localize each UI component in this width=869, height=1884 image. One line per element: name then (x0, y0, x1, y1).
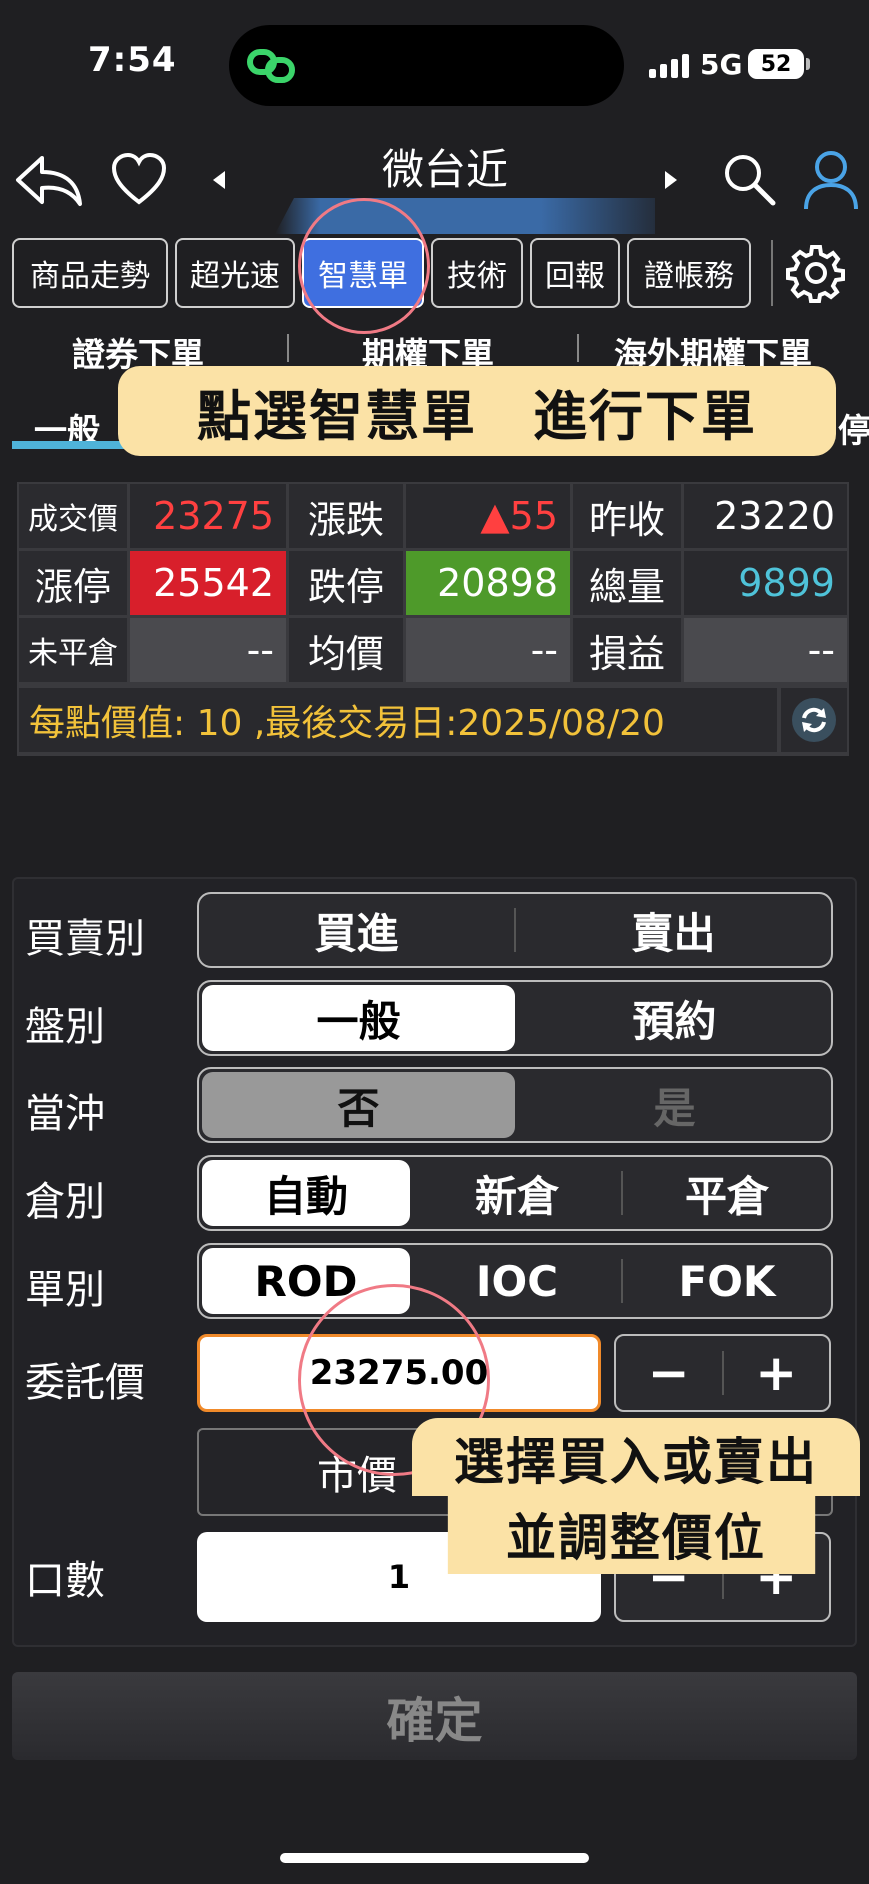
order-type-fok-option[interactable]: FOK (623, 1245, 831, 1317)
prev-close-value: 23220 (684, 484, 847, 548)
confirm-button[interactable]: 確定 (12, 1672, 857, 1760)
position-label: 倉別 (25, 1179, 105, 1225)
session-reserve-option[interactable]: 預約 (518, 982, 831, 1054)
battery-icon: 52 (748, 49, 804, 79)
last-price-value: 23275 (130, 484, 286, 548)
order-type-label: 單別 (25, 1267, 105, 1313)
last-price-label: 成交價 (19, 484, 127, 548)
battery-tip (806, 58, 810, 70)
sell-option[interactable]: 賣出 (516, 894, 831, 966)
favorite-heart-icon[interactable] (110, 152, 168, 208)
session-label: 盤別 (25, 1004, 105, 1050)
next-product-icon[interactable] (660, 166, 682, 194)
avg-price-label: 均價 (289, 618, 403, 682)
limit-up-value: 25542 (130, 551, 286, 615)
subtab-active-indicator (12, 441, 132, 449)
refresh-icon[interactable] (781, 688, 847, 752)
change-label: 漲跌 (289, 484, 403, 548)
tab-account[interactable]: 證帳務 (627, 238, 751, 308)
home-indicator[interactable] (280, 1853, 589, 1863)
annotation-banner-bottom-line2: 並調整價位 (506, 1509, 766, 1567)
daytrade-yes-option[interactable]: 是 (518, 1069, 831, 1141)
tab-divider (771, 240, 773, 306)
pnl-label: 損益 (573, 618, 681, 682)
open-interest-value: -- (130, 618, 286, 682)
daytrade-no-option[interactable]: 否 (202, 1072, 515, 1138)
contract-info: 每點價值: 10 ,最後交易日:2025/08/20 (19, 688, 777, 752)
position-new-option[interactable]: 新倉 (413, 1157, 621, 1229)
buy-option[interactable]: 買進 (199, 894, 514, 966)
price-decrease-button[interactable]: − (616, 1344, 722, 1402)
quantity-label: 口數 (25, 1558, 105, 1604)
order-type-selector: ROD IOC FOK (197, 1243, 833, 1319)
product-title[interactable]: 微台近 (370, 136, 520, 197)
side-selector: 買進 賣出 (197, 892, 833, 968)
limit-down-value: 20898 (406, 551, 570, 615)
subnav-separator (577, 334, 579, 362)
price-label: 委託價 (25, 1360, 145, 1406)
tab-technical[interactable]: 技術 (431, 238, 523, 308)
price-stepper: − + (614, 1334, 831, 1412)
price-increase-button[interactable]: + (724, 1344, 830, 1402)
limit-down-label: 跌停 (289, 551, 403, 615)
position-selector: 自動 新倉 平倉 (197, 1155, 833, 1231)
annotation-banner-top: 點選智慧單 進行下單 (118, 366, 836, 456)
back-icon[interactable] (12, 150, 84, 210)
subnav-separator (287, 334, 289, 362)
highlight-circle-smart-order (298, 198, 430, 334)
session-normal-option[interactable]: 一般 (202, 985, 515, 1051)
limit-up-label: 漲停 (19, 551, 127, 615)
subtab-stop-partial[interactable]: 停 (838, 404, 869, 452)
daytrade-selector: 否 是 (197, 1067, 833, 1143)
prev-close-label: 昨收 (573, 484, 681, 548)
avg-price-value: -- (406, 618, 570, 682)
tab-chart[interactable]: 商品走勢 (12, 238, 168, 308)
prev-product-icon[interactable] (208, 166, 230, 194)
total-volume-label: 總量 (573, 551, 681, 615)
side-label: 買賣別 (25, 916, 145, 962)
cellular-signal-icon (649, 52, 689, 78)
gear-icon[interactable] (784, 240, 848, 306)
position-close-option[interactable]: 平倉 (623, 1157, 831, 1229)
search-icon[interactable] (720, 150, 780, 210)
annotation-banner-bottom-line1: 選擇買入或賣出 (454, 1433, 818, 1491)
pnl-value: -- (684, 618, 847, 682)
open-interest-label: 未平倉 (19, 618, 127, 682)
total-volume-value: 9899 (684, 551, 847, 615)
tab-report[interactable]: 回報 (530, 238, 620, 308)
link-app-icon (247, 49, 295, 83)
session-selector: 一般 預約 (197, 980, 833, 1056)
tab-express[interactable]: 超光速 (175, 238, 295, 308)
change-value: ▲55 (406, 484, 570, 548)
user-account-icon[interactable] (800, 148, 862, 212)
network-type: 5G (700, 48, 743, 81)
position-auto-option[interactable]: 自動 (202, 1160, 410, 1226)
daytrade-label: 當沖 (25, 1091, 105, 1137)
status-time: 7:54 (88, 40, 177, 80)
